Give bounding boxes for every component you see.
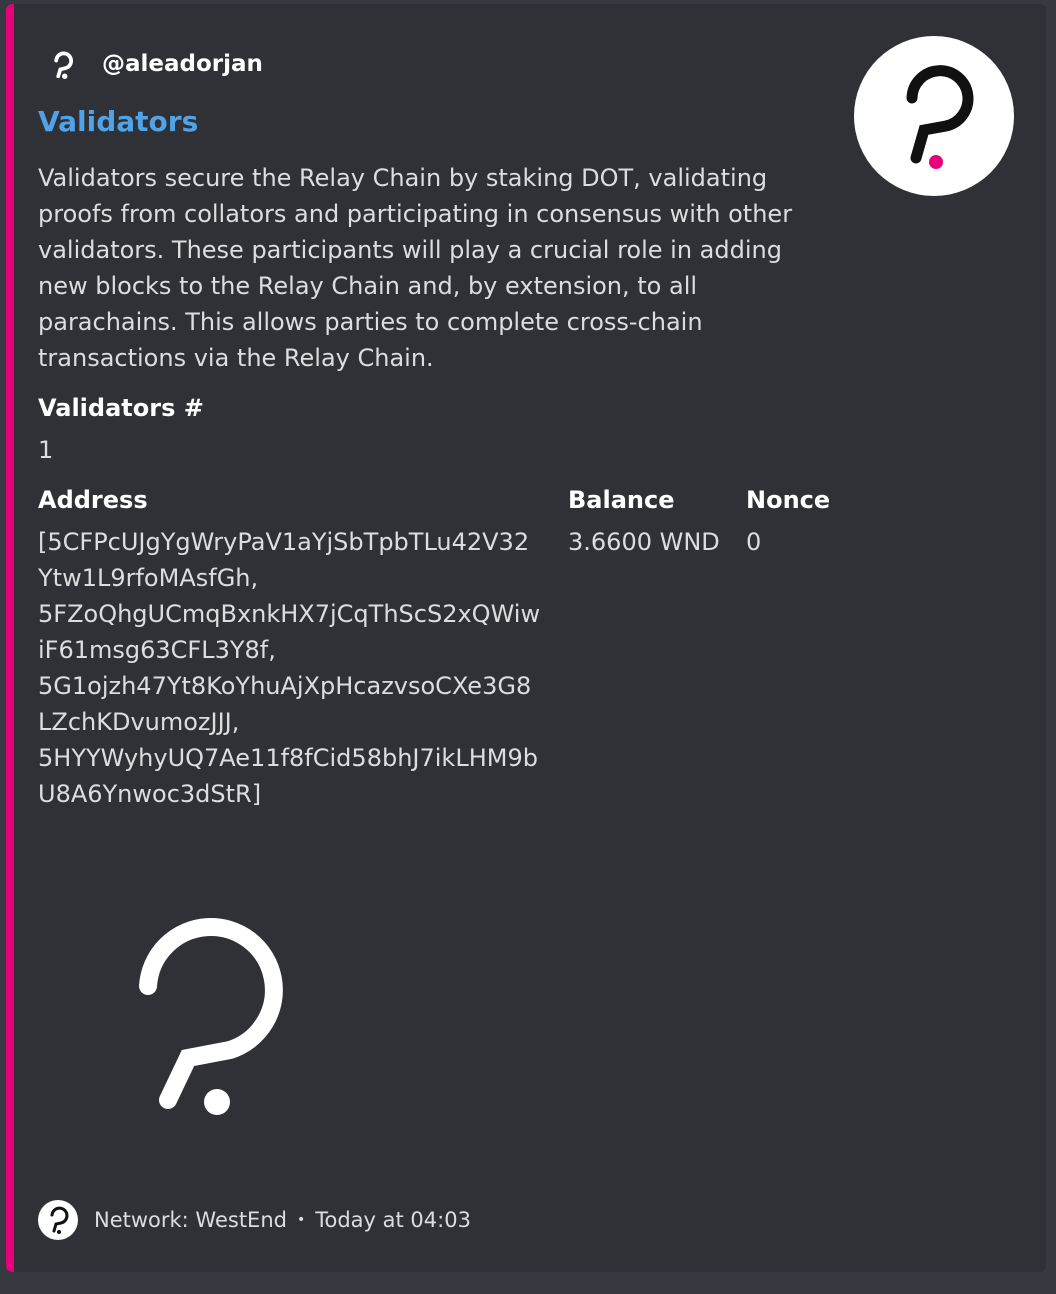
footer-timestamp[interactable]: Today at 04:03 [315,1208,471,1232]
embed-title[interactable]: Validators [38,105,198,138]
footer-polkadot-icon [38,1200,78,1240]
field-name-validators-count: Validators # [38,394,204,422]
footer-separator: • [296,1212,306,1228]
field-value-validators-count: 1 [38,436,54,464]
embed-footer: Network: WestEnd • Today at 04:03 [38,1200,471,1240]
embed-author: @aleadorjan [46,44,263,84]
footer-text: Network: WestEnd [94,1208,287,1232]
embed-accent-bar [6,4,14,1272]
author-polkadot-icon [46,47,80,81]
embed-description: Validators secure the Relay Chain by sta… [38,164,793,372]
image-polkadot-icon [139,918,283,1115]
field-name-address: Address [38,486,148,514]
field-value-nonce: 0 [746,528,762,556]
message-embed: @aleadorjan Validators Validators secure… [6,4,1046,1272]
field-name-nonce: Nonce [746,486,831,514]
embed-image[interactable] [126,904,306,1124]
author-name[interactable]: @aleadorjan [102,51,263,77]
field-name-balance: Balance [568,486,675,514]
field-value-address: [5CFPcUJgYgWryPaV1aYjSbTpbTLu42V32 Ytw1L… [38,528,541,808]
thumbnail-polkadot-icon [906,65,974,169]
embed-thumbnail[interactable] [854,36,1014,196]
field-value-balance: 3.6600 WND [568,528,720,556]
